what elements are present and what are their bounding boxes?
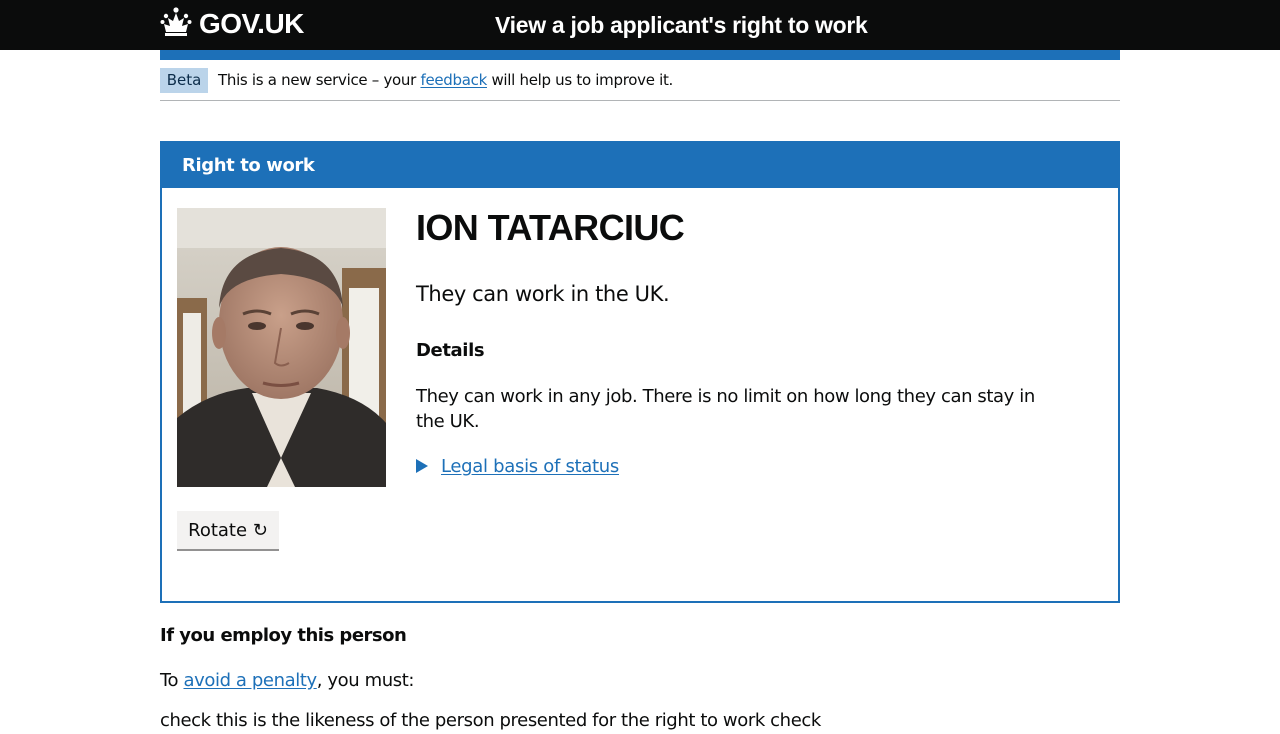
legal-basis-toggle[interactable]: Legal basis of status — [416, 454, 619, 479]
crown-icon[interactable] — [160, 7, 192, 37]
site-header: GOV.UK View a job applicant's right to w… — [0, 0, 1280, 50]
phase-banner: Beta This is a new service – your feedba… — [160, 60, 1120, 101]
panel-header: Right to work — [162, 143, 1118, 188]
panel-title: Right to work — [182, 155, 315, 176]
phase-banner-text: This is a new service – your feedback wi… — [218, 69, 673, 91]
service-name[interactable]: View a job applicant's right to work — [495, 10, 868, 40]
details-heading: Details — [416, 340, 485, 361]
feedback-link[interactable]: feedback — [420, 71, 487, 89]
applicant-photo-image — [177, 208, 386, 487]
header-accent-bar — [160, 50, 1120, 60]
employ-list-item: check this is the likeness of the person… — [160, 710, 821, 731]
phase-text-after: will help us to improve it. — [486, 71, 674, 89]
phase-tag: Beta — [160, 68, 208, 93]
rotate-button[interactable]: Rotate ↻ — [177, 511, 279, 549]
legal-basis-link[interactable]: Legal basis of status — [441, 456, 619, 477]
right-to-work-panel: Right to work Rotate ↻ ION TATARCIUC The… — [160, 141, 1120, 603]
employ-text: To avoid a penalty, you must: — [160, 668, 414, 694]
work-status: They can work in the UK. — [416, 282, 670, 306]
employ-text-after: , you must: — [316, 670, 415, 691]
govuk-logo-text[interactable]: GOV.UK — [199, 7, 304, 41]
phase-text-before: This is a new service – your — [218, 71, 421, 89]
avoid-penalty-link[interactable]: avoid a penalty — [183, 670, 317, 691]
person-name: ION TATARCIUC — [416, 207, 685, 248]
employ-heading: If you employ this person — [160, 625, 407, 646]
details-text: They can work in any job. There is no li… — [416, 386, 1035, 432]
expand-triangle-icon[interactable] — [416, 459, 428, 473]
employ-text-before: To — [160, 670, 184, 691]
applicant-photo — [177, 208, 386, 487]
